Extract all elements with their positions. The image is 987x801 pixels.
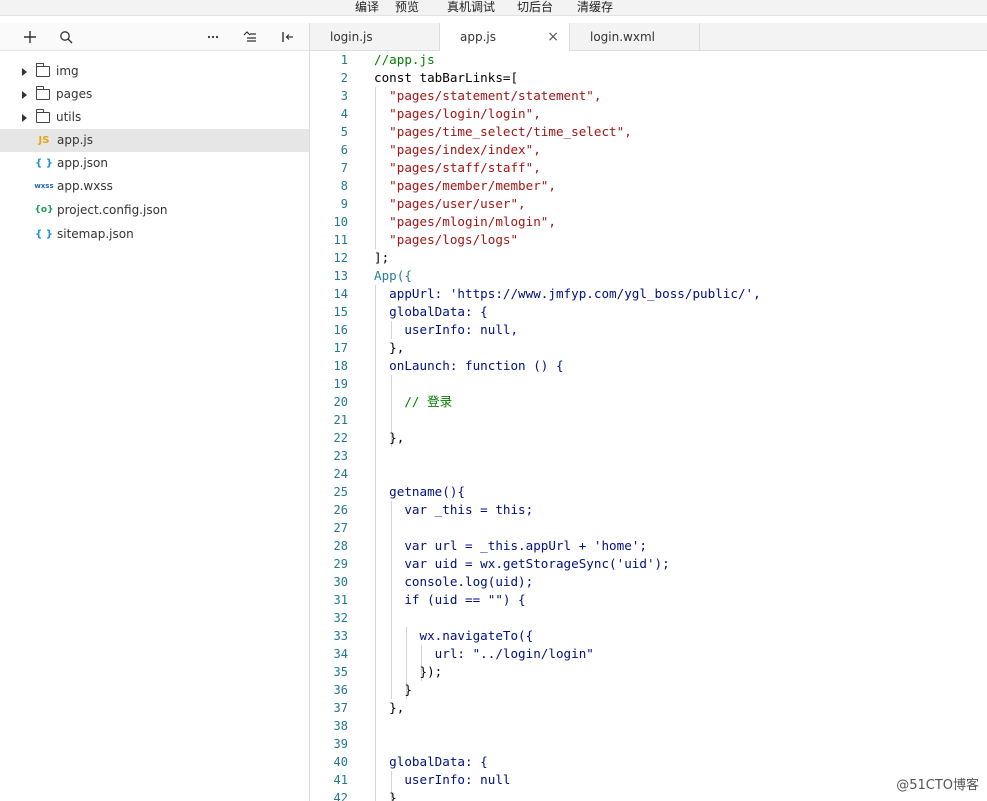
close-icon[interactable]: × xyxy=(547,23,559,51)
json-file-icon: { } xyxy=(35,158,53,169)
tree-item-label: app.json xyxy=(57,156,108,170)
tree-item-label: app.wxss xyxy=(57,179,113,193)
chevron-right-icon[interactable] xyxy=(22,91,27,99)
code-editor[interactable]: 1//app.js 2 const tabBarLinks=[ 3 "pages/… xyxy=(311,51,987,801)
folder-icon xyxy=(36,109,50,123)
tab-label: login.wxml xyxy=(590,30,655,44)
file-explorer: img pages utils JS app.js { } app.json w… xyxy=(0,23,310,801)
tree-item-label: pages xyxy=(56,87,93,101)
tree-item-label: img xyxy=(56,64,79,78)
tree-folder-utils[interactable]: utils xyxy=(0,106,309,129)
tree-file-app-wxss[interactable]: wxss app.wxss xyxy=(0,175,309,198)
add-icon[interactable] xyxy=(20,27,40,47)
config-file-icon: {o} xyxy=(34,205,54,215)
tab-label: app.js xyxy=(460,30,496,44)
wxss-file-icon: wxss xyxy=(34,182,54,190)
tree-file-sitemap-json[interactable]: { } sitemap.json xyxy=(0,223,309,246)
collapse-icon[interactable] xyxy=(240,27,260,47)
compile-button[interactable]: 编译 xyxy=(355,0,379,16)
tree-file-project-config[interactable]: {o} project.config.json xyxy=(0,199,309,222)
tree-folder-pages[interactable]: pages xyxy=(0,83,309,106)
tab-login-js[interactable]: login.js xyxy=(310,23,440,51)
tree-item-label: project.config.json xyxy=(57,203,168,217)
folder-icon xyxy=(36,86,50,100)
top-toolbar: 编译 预览 真机调试 切后台 清缓存 xyxy=(0,0,987,16)
search-icon[interactable] xyxy=(56,27,76,47)
tree-file-app-js[interactable]: JS app.js xyxy=(0,129,309,152)
tree-file-app-json[interactable]: { } app.json xyxy=(0,152,309,175)
json-file-icon: { } xyxy=(35,229,53,240)
clear-cache-button[interactable]: 清缓存 xyxy=(577,0,613,16)
chevron-right-icon[interactable] xyxy=(22,114,27,122)
editor-tabs: login.js app.js × login.wxml xyxy=(310,23,987,52)
tree-item-label: utils xyxy=(56,110,82,124)
tab-label: login.js xyxy=(330,30,373,44)
preview-button[interactable]: 预览 xyxy=(395,0,419,16)
tree-folder-img[interactable]: img xyxy=(0,60,309,83)
split-icon[interactable] xyxy=(277,27,297,47)
js-file-icon: JS xyxy=(38,135,50,146)
chevron-right-icon[interactable] xyxy=(22,68,27,76)
more-icon[interactable] xyxy=(203,27,223,47)
watermark: @51CTO博客 xyxy=(896,778,979,793)
tree-item-label: app.js xyxy=(57,133,93,147)
remote-debug-button[interactable]: 真机调试 xyxy=(447,0,495,16)
tab-app-js[interactable]: app.js × xyxy=(440,23,570,52)
tree-item-label: sitemap.json xyxy=(57,227,134,241)
folder-icon xyxy=(36,63,50,77)
tab-login-wxml[interactable]: login.wxml xyxy=(570,23,700,51)
explorer-toolbar xyxy=(0,23,309,51)
background-button[interactable]: 切后台 xyxy=(517,0,553,16)
